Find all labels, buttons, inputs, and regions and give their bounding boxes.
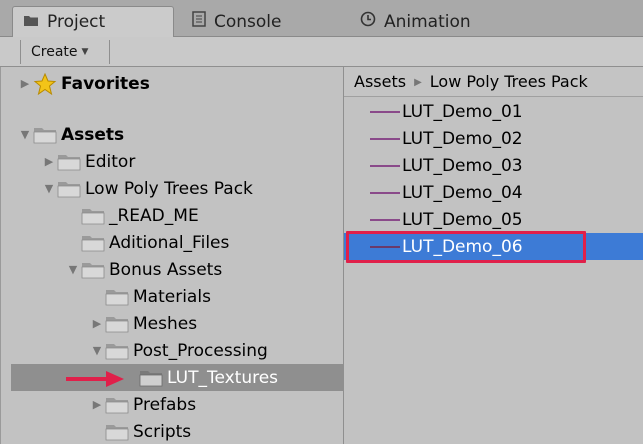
tab-animation-label: Animation [384, 11, 471, 32]
tree-item-label: Prefabs [133, 394, 197, 415]
tree-item-lut-textures[interactable]: LUT_Textures [11, 364, 343, 391]
tree-item-label: Materials [133, 286, 211, 307]
window-tab-bar: Project Console Animation [0, 0, 643, 37]
foldout-collapsed-icon[interactable]: ▶ [43, 155, 55, 168]
folder-icon [105, 423, 129, 441]
create-button-label: Create [31, 44, 78, 60]
lut-asset-icon [370, 191, 400, 194]
foldout-collapsed-icon[interactable]: ▶ [91, 317, 103, 330]
asset-item-label: LUT_Demo_04 [402, 182, 523, 203]
folder-icon [57, 153, 81, 171]
tab-console[interactable]: Console [192, 6, 282, 37]
tree-item-assets[interactable]: ▼ Assets [1, 121, 343, 148]
create-button[interactable]: Create ▼ [20, 40, 110, 64]
foldout-expanded-icon[interactable]: ▼ [43, 182, 55, 195]
folder-icon [57, 180, 81, 198]
foldout-expanded-icon[interactable]: ▼ [19, 128, 31, 141]
asset-item-lut-demo-04[interactable]: LUT_Demo_04 [344, 179, 643, 206]
project-toolbar: Create ▼ [0, 37, 643, 67]
folder-icon [33, 126, 57, 144]
tree-item-label: Low Poly Trees Pack [85, 178, 253, 199]
tab-console-label: Console [214, 11, 282, 32]
folder-icon [81, 207, 105, 225]
tree-item-meshes[interactable]: ▶ Meshes [1, 310, 343, 337]
tree-item-label: Favorites [61, 73, 150, 94]
lut-asset-icon [370, 137, 400, 140]
foldout-expanded-icon[interactable]: ▼ [91, 344, 103, 357]
lut-asset-icon [370, 110, 400, 113]
folder-icon [81, 234, 105, 252]
tree-item-label: LUT_Textures [167, 367, 279, 388]
red-arrow-icon [66, 371, 124, 387]
tab-project[interactable]: Project [12, 6, 174, 37]
highlight-box [346, 231, 586, 263]
tree-item-label: Aditional_Files [109, 232, 230, 253]
lut-asset-icon [370, 218, 400, 221]
tree-item-label: Bonus Assets [109, 259, 223, 280]
folder-tree-pane[interactable]: ▶ Favorites ▼ Assets ▶ Editor ▼ Low Poly… [0, 67, 343, 444]
tree-item-editor[interactable]: ▶ Editor [1, 148, 343, 175]
tree-item-post-processing[interactable]: ▼ Post_Processing [1, 337, 343, 364]
tree-item-low-poly-trees-pack[interactable]: ▼ Low Poly Trees Pack [1, 175, 343, 202]
asset-item-label: LUT_Demo_05 [402, 209, 523, 230]
folder-icon [105, 396, 129, 414]
foldout-collapsed-icon[interactable]: ▶ [91, 398, 103, 411]
asset-item-lut-demo-05[interactable]: LUT_Demo_05 [344, 206, 643, 233]
dropdown-caret-icon: ▼ [81, 47, 89, 57]
folder-tab-icon [23, 12, 39, 32]
tab-project-label: Project [47, 12, 106, 32]
tree-item-label: Post_Processing [133, 340, 268, 361]
folder-icon [139, 369, 163, 387]
tree-item-label: Meshes [133, 313, 198, 334]
foldout-expanded-icon[interactable]: ▼ [67, 263, 79, 276]
asset-item-lut-demo-03[interactable]: LUT_Demo_03 [344, 152, 643, 179]
tree-item-label: Editor [85, 151, 136, 172]
folder-icon [105, 342, 129, 360]
asset-item-label: LUT_Demo_02 [402, 128, 523, 149]
tree-item-label: Assets [61, 124, 125, 145]
star-icon [33, 72, 57, 95]
folder-icon [105, 288, 129, 306]
breadcrumb-current[interactable]: Low Poly Trees Pack [430, 72, 588, 91]
tab-animation[interactable]: Animation [360, 6, 471, 37]
tree-item-label: _READ_ME [109, 205, 199, 226]
tree-item-prefabs[interactable]: ▶ Prefabs [1, 391, 343, 418]
asset-item-lut-demo-01[interactable]: LUT_Demo_01 [344, 98, 643, 125]
tree-item-bonus-assets[interactable]: ▼ Bonus Assets [1, 256, 343, 283]
folder-icon [81, 261, 105, 279]
asset-item-label: LUT_Demo_01 [402, 101, 523, 122]
tree-item-label: Scripts [133, 421, 192, 442]
tree-item-favorites[interactable]: ▶ Favorites [1, 70, 343, 97]
clock-icon [360, 11, 376, 32]
asset-item-label: LUT_Demo_03 [402, 155, 523, 176]
asset-item-lut-demo-02[interactable]: LUT_Demo_02 [344, 125, 643, 152]
console-icon [192, 11, 206, 32]
breadcrumb-separator-icon: ▶ [414, 77, 422, 88]
breadcrumb-root[interactable]: Assets [354, 72, 406, 91]
tree-item-scripts[interactable]: Scripts [1, 418, 343, 444]
tree-item-aditional-files[interactable]: Aditional_Files [1, 229, 343, 256]
tree-item-read-me[interactable]: _READ_ME [1, 202, 343, 229]
breadcrumb: Assets ▶ Low Poly Trees Pack [344, 67, 643, 97]
tree-item-materials[interactable]: Materials [1, 283, 343, 310]
lut-asset-icon [370, 164, 400, 167]
folder-icon [105, 315, 129, 333]
foldout-collapsed-icon[interactable]: ▶ [19, 77, 31, 90]
